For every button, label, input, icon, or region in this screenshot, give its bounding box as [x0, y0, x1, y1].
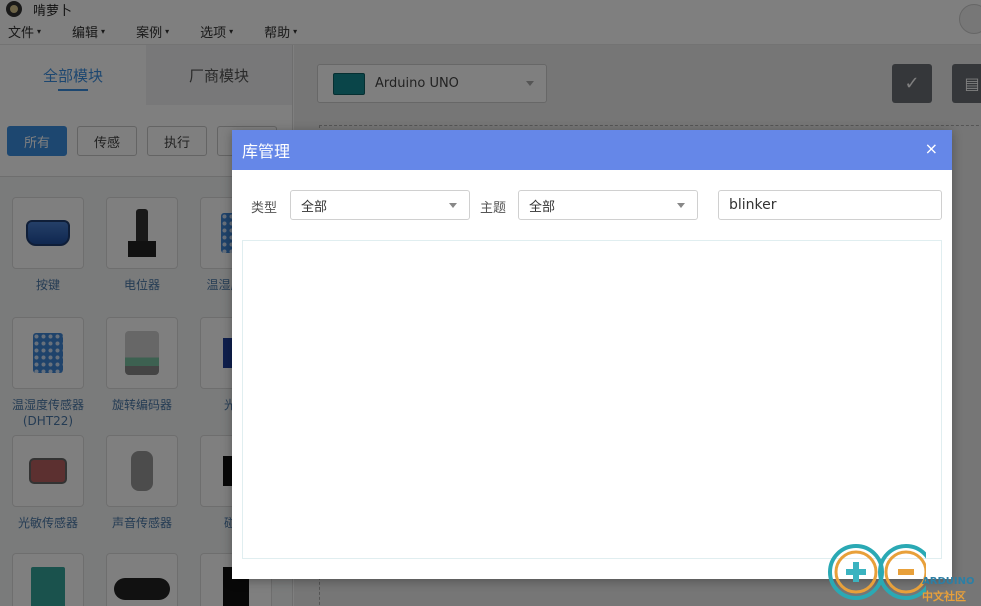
- library-search-input[interactable]: [718, 190, 942, 220]
- topic-select-value: 全部: [529, 199, 556, 215]
- close-icon[interactable]: ×: [925, 140, 938, 158]
- topic-select[interactable]: 全部: [518, 190, 698, 220]
- infinity-logo-icon: [828, 544, 934, 600]
- watermark-line1: ARDUINO: [922, 576, 975, 587]
- chevron-down-icon: [677, 203, 685, 208]
- dialog-header: 库管理 ×: [232, 130, 952, 170]
- arduino-cn-watermark: ARDUINO 中文社区: [826, 540, 978, 604]
- library-manager-dialog: 库管理 × 类型 全部 主题 全部: [232, 130, 952, 579]
- topic-label: 主题: [480, 201, 507, 216]
- watermark-line2: 中文社区: [922, 590, 966, 603]
- library-results-list[interactable]: [242, 240, 942, 559]
- type-select-value: 全部: [301, 199, 328, 215]
- dialog-title: 库管理: [242, 142, 291, 161]
- chevron-down-icon: [449, 203, 457, 208]
- type-label: 类型: [251, 201, 278, 216]
- type-select[interactable]: 全部: [290, 190, 470, 220]
